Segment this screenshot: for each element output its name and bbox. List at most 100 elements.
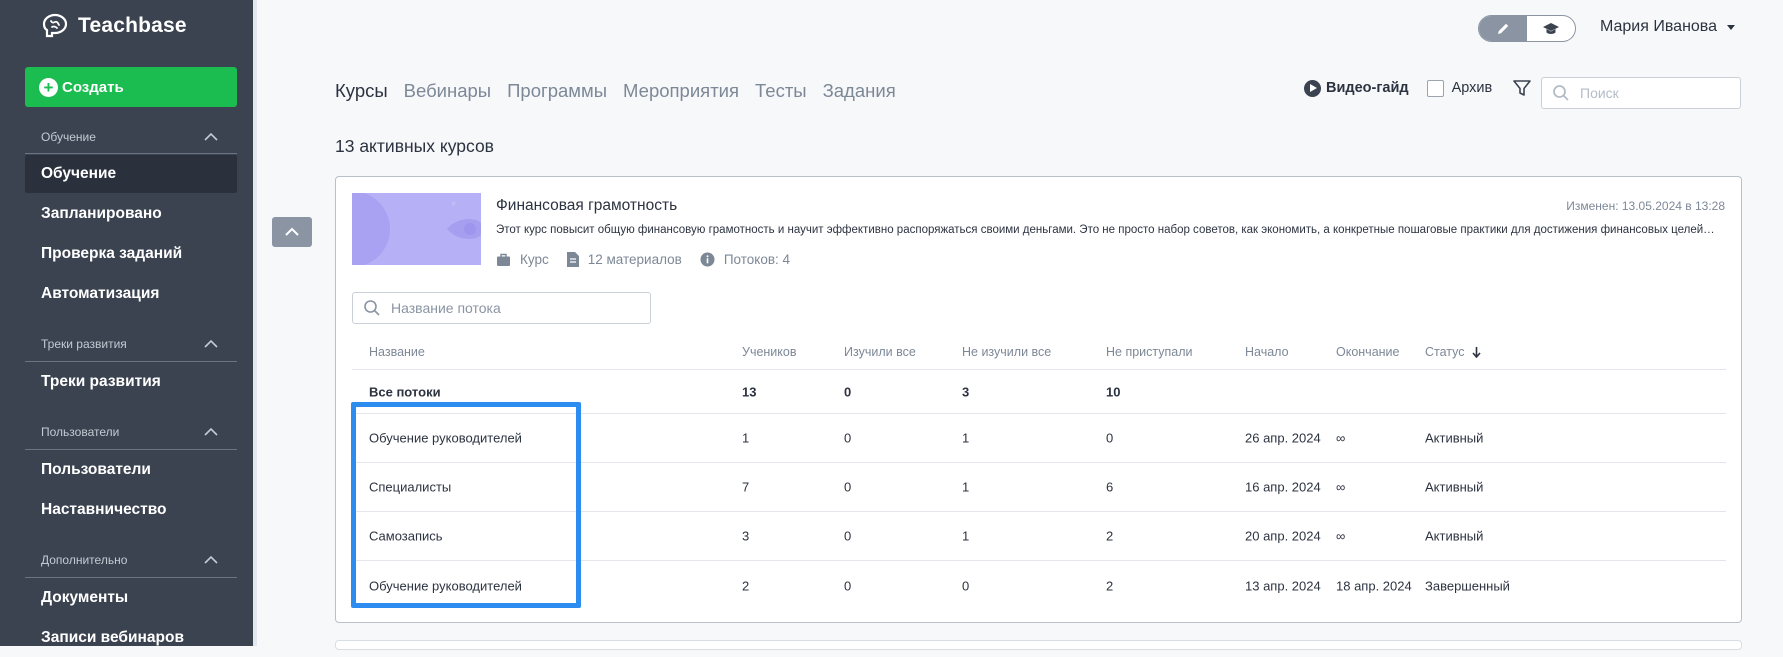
toolbar: Видео-гайд Архив	[1304, 77, 1533, 99]
caret-down-icon	[1727, 24, 1736, 30]
cell-not-completed: 0	[962, 578, 970, 593]
cell-not-started: 10	[1106, 384, 1121, 399]
col-students[interactable]: Учеников	[742, 345, 797, 359]
tab-tests[interactable]: Тесты	[755, 80, 807, 102]
section-title: Обучение	[41, 130, 96, 144]
cell-completed: 0	[844, 479, 852, 495]
user-menu[interactable]: Мария Иванова	[1600, 18, 1736, 36]
search-icon	[364, 300, 380, 316]
table-row[interactable]: Обучение руководителей 2 0 0 2 13 апр. 2…	[352, 561, 1726, 610]
search-input[interactable]	[1580, 85, 1730, 101]
video-guide-label: Видео-гайд	[1326, 80, 1409, 96]
cell-start: 26 апр. 2024	[1245, 430, 1321, 446]
course-materials: 12 материалов	[566, 252, 682, 267]
course-materials-label: 12 материалов	[587, 252, 682, 267]
col-name[interactable]: Название	[369, 345, 425, 359]
chevron-up-icon	[285, 227, 299, 236]
sidebar-edge	[253, 0, 257, 646]
search-icon	[1553, 85, 1569, 101]
collapse-button[interactable]	[272, 217, 312, 247]
archive-label: Архив	[1451, 80, 1493, 96]
cell-name: Обучение руководителей	[369, 430, 522, 446]
brain-logo-icon	[42, 13, 68, 38]
stream-search-input[interactable]	[391, 300, 631, 316]
create-label: Создать	[62, 78, 124, 96]
course-type: Курс	[496, 252, 549, 267]
cell-start: 13 апр. 2024	[1245, 578, 1321, 593]
cell-status: Активный	[1425, 430, 1484, 446]
table-header: Название Учеников Изучили все Не изучили…	[352, 334, 1726, 370]
cell-start: 16 апр. 2024	[1245, 479, 1321, 495]
sidebar-item-users[interactable]: Пользователи	[25, 451, 237, 489]
mode-toggle[interactable]	[1478, 15, 1576, 42]
cell-students: 2	[742, 578, 750, 593]
sidebar-item-mentoring[interactable]: Наставничество	[25, 491, 237, 529]
tab-events[interactable]: Мероприятия	[623, 80, 739, 102]
cell-status: Активный	[1425, 479, 1484, 495]
stream-search-box[interactable]	[352, 292, 651, 324]
document-icon	[566, 252, 579, 267]
chevron-up-icon	[204, 427, 218, 436]
cell-not-completed: 3	[962, 384, 970, 399]
col-not-completed[interactable]: Не изучили все	[962, 345, 1051, 359]
course-title[interactable]: Финансовая грамотность	[496, 197, 677, 215]
sidebar-item-tracks[interactable]: Треки развития	[25, 363, 237, 401]
modified-date: Изменен: 13.05.2024 в 13:28	[1566, 199, 1725, 213]
col-status[interactable]: Статус	[1425, 345, 1481, 359]
section-title: Дополнительно	[41, 553, 128, 567]
table-row-summary[interactable]: Все потоки 13 0 3 10	[352, 370, 1726, 414]
info-icon	[700, 252, 715, 267]
video-guide-button[interactable]: Видео-гайд	[1304, 79, 1409, 97]
col-not-started[interactable]: Не приступали	[1106, 345, 1193, 359]
search-box[interactable]	[1541, 77, 1741, 109]
section-header-learning[interactable]: Обучение	[25, 127, 237, 147]
table-row[interactable]: Самозапись 3 0 1 2 20 апр. 2024 ∞ Активн…	[352, 512, 1726, 561]
section-title: Треки развития	[41, 337, 127, 351]
tab-webinars[interactable]: Вебинары	[404, 80, 491, 102]
table-row[interactable]: Обучение руководителей 1 0 1 0 26 апр. 2…	[352, 414, 1726, 463]
sidebar-item-learning[interactable]: Обучение	[25, 155, 237, 193]
section-header-extra[interactable]: Дополнительно	[25, 550, 237, 570]
user-name: Мария Иванова	[1600, 18, 1718, 35]
col-end[interactable]: Окончание	[1336, 345, 1400, 359]
course-streams: Потоков: 4	[700, 252, 790, 267]
courses-count: 13 активных курсов	[335, 136, 494, 156]
logo[interactable]: Teachbase	[40, 12, 187, 40]
archive-toggle[interactable]: Архив	[1426, 79, 1493, 97]
divider	[25, 449, 237, 450]
tab-courses[interactable]: Курсы	[335, 80, 388, 102]
cell-end: ∞	[1336, 430, 1346, 446]
col-status-label: Статус	[1425, 344, 1465, 359]
sidebar-item-assignments-check[interactable]: Проверка заданий	[25, 235, 237, 273]
chevron-up-icon	[204, 132, 218, 141]
course-meta: Курс 12 материалов Потоков: 4	[496, 252, 790, 267]
col-start[interactable]: Начало	[1245, 345, 1289, 359]
col-completed[interactable]: Изучили все	[844, 345, 916, 359]
briefcase-icon	[497, 253, 510, 266]
sidebar-item-webinar-records[interactable]: Записи вебинаров	[25, 619, 237, 657]
section-header-tracks[interactable]: Треки развития	[25, 334, 237, 354]
cell-students: 7	[742, 479, 750, 495]
cell-name: Все потоки	[369, 384, 441, 399]
table-row[interactable]: Специалисты 7 0 1 6 16 апр. 2024 ∞ Актив…	[352, 463, 1726, 512]
archive-checkbox[interactable]	[1426, 79, 1444, 97]
sidebar-item-scheduled[interactable]: Запланировано	[25, 195, 237, 233]
cell-start: 20 апр. 2024	[1245, 528, 1321, 544]
tab-programs[interactable]: Программы	[507, 80, 607, 102]
section-header-users[interactable]: Пользователи	[25, 422, 237, 442]
edit-mode-button[interactable]	[1479, 16, 1527, 41]
cell-not-started: 2	[1106, 528, 1114, 544]
course-thumbnail[interactable]	[352, 193, 481, 265]
sidebar-item-automation[interactable]: Автоматизация	[25, 275, 237, 313]
next-course-card	[335, 640, 1742, 650]
course-card: Финансовая грамотность Изменен: 13.05.20…	[335, 176, 1742, 623]
sidebar-item-documents[interactable]: Документы	[25, 579, 237, 617]
pencil-icon	[1498, 23, 1509, 34]
tab-tasks[interactable]: Задания	[823, 80, 896, 102]
divider	[25, 577, 237, 578]
student-mode-button[interactable]	[1527, 16, 1575, 41]
cell-name: Обучение руководителей	[369, 578, 522, 593]
create-button[interactable]: + Создать	[25, 67, 237, 107]
filter-icon[interactable]	[1511, 77, 1533, 99]
cell-not-completed: 1	[962, 430, 970, 446]
